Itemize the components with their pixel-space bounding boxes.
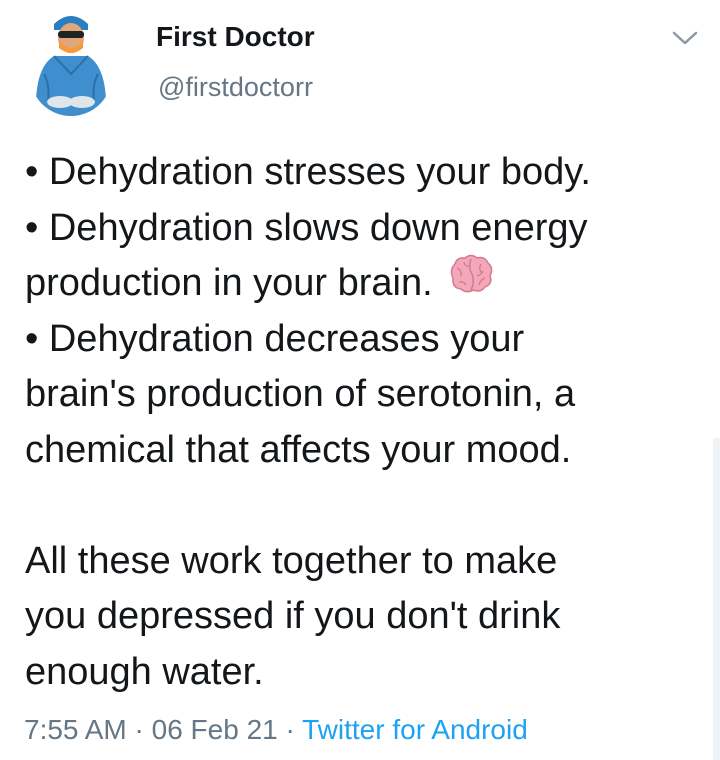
brain-emoji — [447, 254, 495, 311]
tweet-line: chemical that affects your mood. — [25, 428, 572, 471]
tweet-source-link[interactable]: Twitter for Android — [302, 714, 528, 745]
chevron-down-icon[interactable] — [668, 26, 702, 50]
tweet-line: • Dehydration stresses your body. — [25, 151, 591, 193]
display-name[interactable]: First Doctor — [156, 20, 315, 54]
meta-separator: · — [134, 714, 144, 745]
tweet-meta: 7:55 AM · 06 Feb 21 · Twitter for Androi… — [24, 712, 528, 748]
tweet-time[interactable]: 7:55 AM — [24, 714, 127, 745]
scroll-edge — [713, 438, 720, 760]
user-handle[interactable]: @firstdoctorr — [158, 70, 313, 104]
tweet-line: • Dehydration slows down energy — [25, 206, 588, 249]
tweet-line: brain's production of serotonin, a — [25, 373, 576, 415]
avatar[interactable] — [30, 4, 112, 116]
tweet-line: • Dehydration decreases your — [25, 317, 525, 360]
tweet-text: • Dehydration stresses your body. • Dehy… — [25, 145, 715, 700]
meta-separator: · — [285, 714, 295, 745]
tweet-line: enough water. — [25, 650, 264, 693]
tweet-line-with-emoji: production in your brain. — [25, 254, 715, 312]
tweet-date[interactable]: 06 Feb 21 — [152, 714, 278, 745]
tweet-line: production in your brain. — [25, 262, 433, 304]
tweet-line: All these work together to make — [25, 539, 558, 582]
tweet-line: you depressed if you don't drink — [25, 595, 561, 637]
